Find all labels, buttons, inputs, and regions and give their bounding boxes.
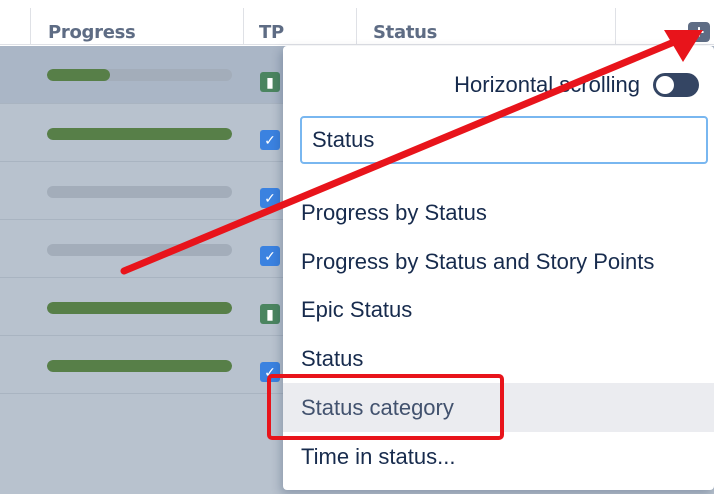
menu-item-progress-by-status[interactable]: Progress by Status <box>283 188 714 237</box>
progress-bar-fill <box>47 69 110 81</box>
menu-item-progress-by-status-and-story-points[interactable]: Progress by Status and Story Points <box>283 237 714 286</box>
task-checkbox-icon: ✓ <box>260 188 280 208</box>
progress-bar-fill <box>47 360 232 372</box>
progress-bar-fill <box>47 128 232 140</box>
progress-bar <box>47 186 232 198</box>
progress-bar-fill <box>47 302 232 314</box>
column-separator <box>30 8 31 45</box>
annotation-highlight-box <box>267 374 504 440</box>
story-icon: ▮ <box>260 72 280 92</box>
table-header: Progress TP Status + <box>0 0 714 45</box>
task-checkbox-icon: ✓ <box>260 246 280 266</box>
toggle-knob <box>656 76 674 94</box>
column-search-input[interactable] <box>300 116 708 164</box>
progress-bar <box>47 128 232 140</box>
column-separator <box>615 8 616 45</box>
progress-bar <box>47 360 232 372</box>
story-icon: ▮ <box>260 304 280 324</box>
task-checkbox-icon: ✓ <box>260 130 280 150</box>
plus-square-icon: + <box>693 22 705 42</box>
horizontal-scrolling-label: Horizontal scrolling <box>454 72 640 97</box>
progress-bar <box>47 69 232 81</box>
menu-item-epic-status[interactable]: Epic Status <box>283 285 714 334</box>
add-column-button[interactable]: + <box>688 22 710 42</box>
progress-bar <box>47 302 232 314</box>
column-separator <box>243 8 244 45</box>
column-separator <box>356 8 357 45</box>
column-header-progress[interactable]: Progress <box>48 0 136 45</box>
progress-bar <box>47 244 232 256</box>
column-header-status[interactable]: Status <box>373 0 437 45</box>
horizontal-scrolling-toggle[interactable] <box>653 73 699 97</box>
column-header-tp[interactable]: TP <box>259 0 284 45</box>
